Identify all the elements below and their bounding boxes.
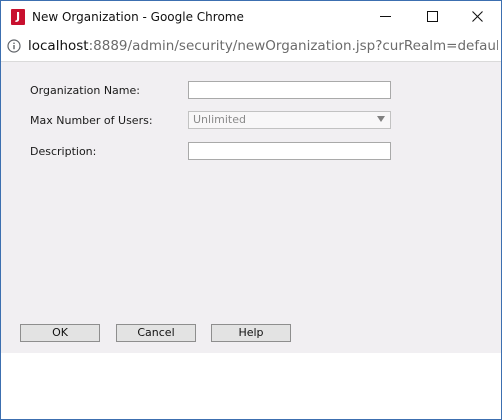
max-users-label: Max Number of Users: bbox=[30, 114, 153, 127]
maximize-button[interactable] bbox=[409, 1, 455, 32]
minimize-icon bbox=[380, 16, 391, 17]
browser-window: J New Organization - Google Chrome local… bbox=[0, 0, 502, 420]
minimize-button[interactable] bbox=[363, 1, 409, 32]
max-users-select[interactable]: Unlimited bbox=[188, 111, 391, 129]
address-bar[interactable]: localhost:8889/admin/security/newOrganiz… bbox=[1, 32, 501, 62]
url-text[interactable]: localhost:8889/admin/security/newOrganiz… bbox=[28, 38, 498, 55]
info-icon[interactable] bbox=[7, 39, 21, 53]
url-host: localhost bbox=[28, 38, 89, 54]
dialog-content: Organization Name: Max Number of Users: … bbox=[1, 62, 501, 353]
window-title: New Organization - Google Chrome bbox=[32, 10, 244, 24]
help-button[interactable]: Help bbox=[211, 324, 291, 342]
description-label: Description: bbox=[30, 145, 97, 158]
ok-button[interactable]: OK bbox=[20, 324, 100, 342]
max-users-value: Unlimited bbox=[193, 113, 246, 126]
close-icon bbox=[472, 11, 483, 22]
cancel-button[interactable]: Cancel bbox=[116, 324, 196, 342]
organization-name-label: Organization Name: bbox=[30, 84, 140, 97]
chevron-down-icon bbox=[377, 116, 385, 122]
close-button[interactable] bbox=[455, 1, 501, 32]
title-bar[interactable]: J New Organization - Google Chrome bbox=[1, 1, 501, 32]
organization-name-input[interactable] bbox=[188, 81, 391, 99]
url-path: :8889/admin/security/newOrganization.jsp… bbox=[88, 38, 498, 54]
maximize-icon bbox=[427, 11, 438, 22]
description-input[interactable] bbox=[188, 142, 391, 160]
app-icon: J bbox=[11, 9, 25, 25]
